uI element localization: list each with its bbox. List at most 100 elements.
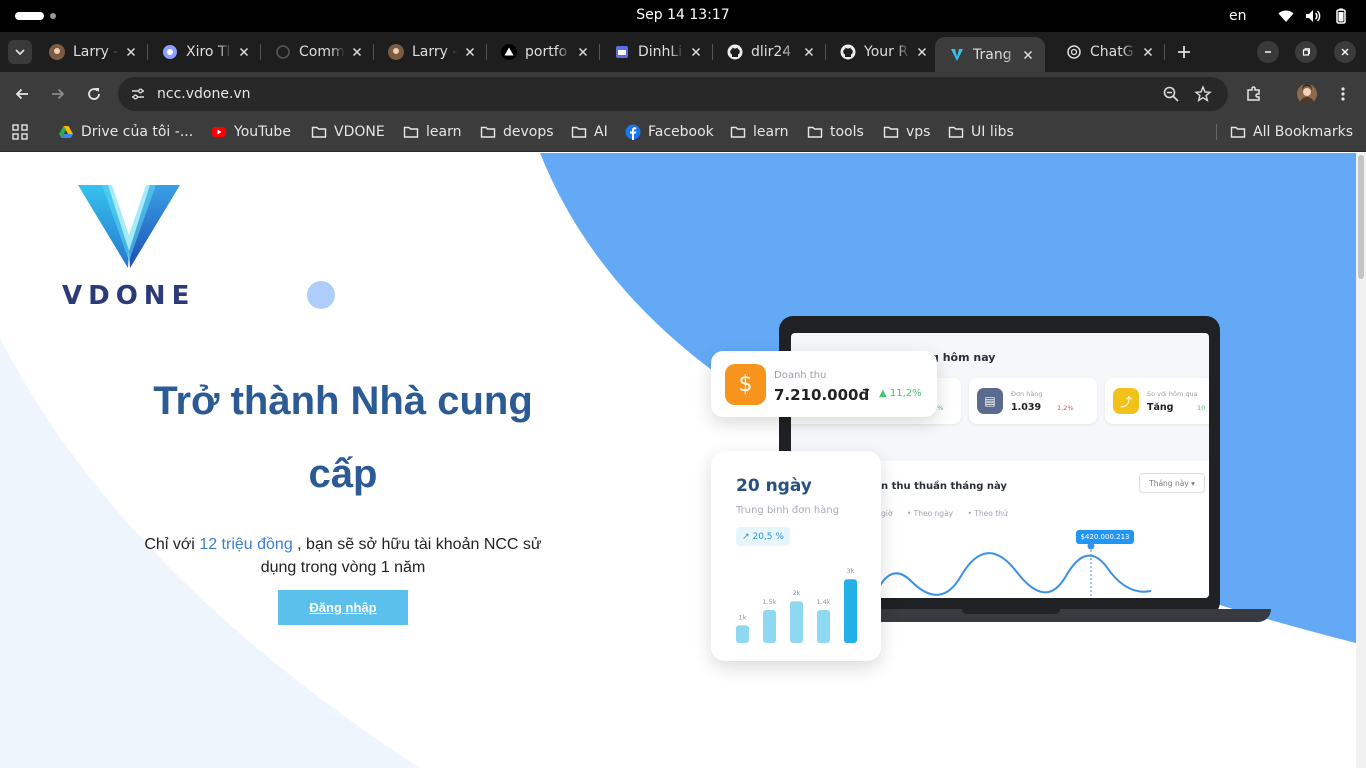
price-highlight: 12 triệu đồng	[199, 536, 293, 553]
menu-button[interactable]	[1332, 83, 1354, 105]
reload-button[interactable]	[83, 83, 105, 105]
tab-8[interactable]: Your R	[826, 37, 939, 67]
extensions-button[interactable]	[1243, 83, 1265, 105]
battery-icon[interactable]	[1332, 7, 1350, 25]
bar	[844, 579, 857, 643]
volume-icon[interactable]	[1304, 7, 1322, 25]
bookmark-5[interactable]: devops	[480, 116, 554, 148]
wifi-icon[interactable]	[1277, 7, 1295, 25]
window-icon	[614, 44, 630, 60]
close-tab-button[interactable]	[124, 45, 138, 59]
drive-icon	[58, 124, 74, 140]
forward-button[interactable]	[47, 83, 69, 105]
close-tab-button[interactable]	[576, 45, 590, 59]
bookmark-star-icon[interactable]	[1194, 85, 1212, 103]
browser-toolbar: ncc.vdone.vn	[0, 72, 1366, 116]
zoom-icon[interactable]	[1162, 85, 1180, 103]
back-button[interactable]	[11, 83, 33, 105]
maximize-button[interactable]	[1295, 41, 1317, 63]
bar	[736, 625, 749, 643]
decorative-circle	[307, 281, 335, 309]
tab-title: DinhLi	[638, 44, 683, 60]
bookmark-3[interactable]: VDONE	[311, 116, 385, 148]
bookmark-10[interactable]: vps	[883, 116, 930, 148]
new-tab-button[interactable]	[1174, 42, 1194, 62]
bar	[817, 610, 830, 643]
apps-button[interactable]	[11, 116, 29, 148]
bookmark-label: tools	[830, 124, 864, 140]
close-tab-button[interactable]	[1021, 48, 1035, 62]
profile-avatar[interactable]	[1297, 84, 1317, 104]
more-vertical-icon	[1341, 87, 1345, 101]
close-tab-button[interactable]	[237, 45, 251, 59]
tab-5[interactable]: portfo	[487, 37, 600, 67]
page-title: Trở thành Nhà cung cấp	[130, 365, 556, 511]
bookmark-2[interactable]: YouTube	[211, 116, 291, 148]
bookmark-label: Facebook	[648, 124, 714, 140]
clock[interactable]: Sep 14 13:17	[636, 7, 729, 23]
bar-label: 1.5k	[762, 598, 776, 606]
close-tab-button[interactable]	[689, 45, 703, 59]
tab-10[interactable]: ChatG	[1052, 37, 1165, 67]
tab-9[interactable]: Trang	[935, 37, 1045, 72]
workspace-dot[interactable]	[50, 13, 56, 19]
stat-compare: ⤴ So với hôm qua Tăng 10	[1105, 378, 1209, 424]
page-scrollbar[interactable]	[1356, 153, 1366, 768]
close-icon	[126, 47, 136, 57]
average-orders-card: 20 ngày Trung bình đơn hàng ↗ 20,5 % 1k 1…	[711, 451, 881, 661]
tab-3[interactable]: Comm	[261, 37, 374, 67]
bookmark-11[interactable]: UI libs	[948, 116, 1014, 148]
scrollbar-thumb[interactable]	[1358, 155, 1364, 279]
minimize-icon	[1265, 51, 1271, 53]
tab-6[interactable]: DinhLi	[600, 37, 713, 67]
activities-indicator[interactable]	[15, 12, 44, 20]
avatar-icon	[388, 44, 404, 60]
input-language[interactable]: en	[1229, 0, 1247, 32]
arrow-left-icon	[15, 88, 28, 100]
login-button[interactable]: Đăng nhập	[278, 590, 408, 625]
bookmark-8[interactable]: learn	[730, 116, 788, 148]
facebook-icon	[625, 124, 641, 140]
revenue-pct: ▲ 11,2%	[879, 388, 922, 399]
close-icon	[691, 47, 701, 57]
minimize-button[interactable]	[1257, 41, 1279, 63]
tab-title: Larry -	[412, 44, 458, 60]
bookmark-7[interactable]: Facebook	[625, 116, 714, 148]
close-window-button[interactable]	[1334, 41, 1356, 63]
tab-7[interactable]: dlir24	[713, 37, 826, 67]
close-tab-button[interactable]	[802, 45, 816, 59]
days-subtitle: Trung bình đơn hàng	[736, 505, 840, 516]
address-bar[interactable]: ncc.vdone.vn	[118, 77, 1228, 111]
bookmark-4[interactable]: learn	[403, 116, 461, 148]
all-bookmarks-button[interactable]: All Bookmarks	[1230, 116, 1353, 148]
vercel-icon	[501, 44, 517, 60]
bookmark-6[interactable]: AI	[571, 116, 608, 148]
tab-search-button[interactable]	[8, 40, 32, 64]
close-tab-button[interactable]	[1141, 45, 1155, 59]
close-tab-button[interactable]	[915, 45, 929, 59]
close-tab-button[interactable]	[350, 45, 364, 59]
bookmark-label: learn	[426, 124, 462, 140]
bar-label: 1k	[739, 613, 747, 621]
close-tab-button[interactable]	[463, 45, 477, 59]
avatar-icon	[1300, 84, 1314, 104]
avatar-icon	[49, 44, 65, 60]
folder-icon	[403, 124, 419, 140]
close-icon	[917, 47, 927, 57]
chart-tabs: giờ • Theo ngày • Theo thứ	[881, 509, 1020, 518]
tab-4[interactable]: Larry -	[374, 37, 487, 67]
bookmark-1[interactable]: Drive của tôi -...	[58, 116, 193, 148]
tab-title: Larry -	[73, 44, 119, 60]
tab-1[interactable]: Larry -	[35, 37, 148, 67]
tab-2[interactable]: Xiro Tl	[148, 37, 261, 67]
tab-strip: Larry - Xiro Tl Comm Larry - portfo DinhLi dli…	[0, 32, 1366, 72]
close-icon	[578, 47, 588, 57]
site-info-icon[interactable]	[130, 86, 146, 102]
revenue-card: $ Doanh thu 7.210.000đ ▲ 11,2%	[711, 351, 937, 417]
bookmark-label: UI libs	[971, 124, 1014, 140]
bookmark-9[interactable]: tools	[807, 116, 864, 148]
os-top-bar: Sep 14 13:17 en	[0, 0, 1366, 32]
chart-tab: • Theo thứ	[967, 509, 1008, 518]
bar-label: 3k	[847, 567, 855, 575]
github-icon	[840, 44, 856, 60]
